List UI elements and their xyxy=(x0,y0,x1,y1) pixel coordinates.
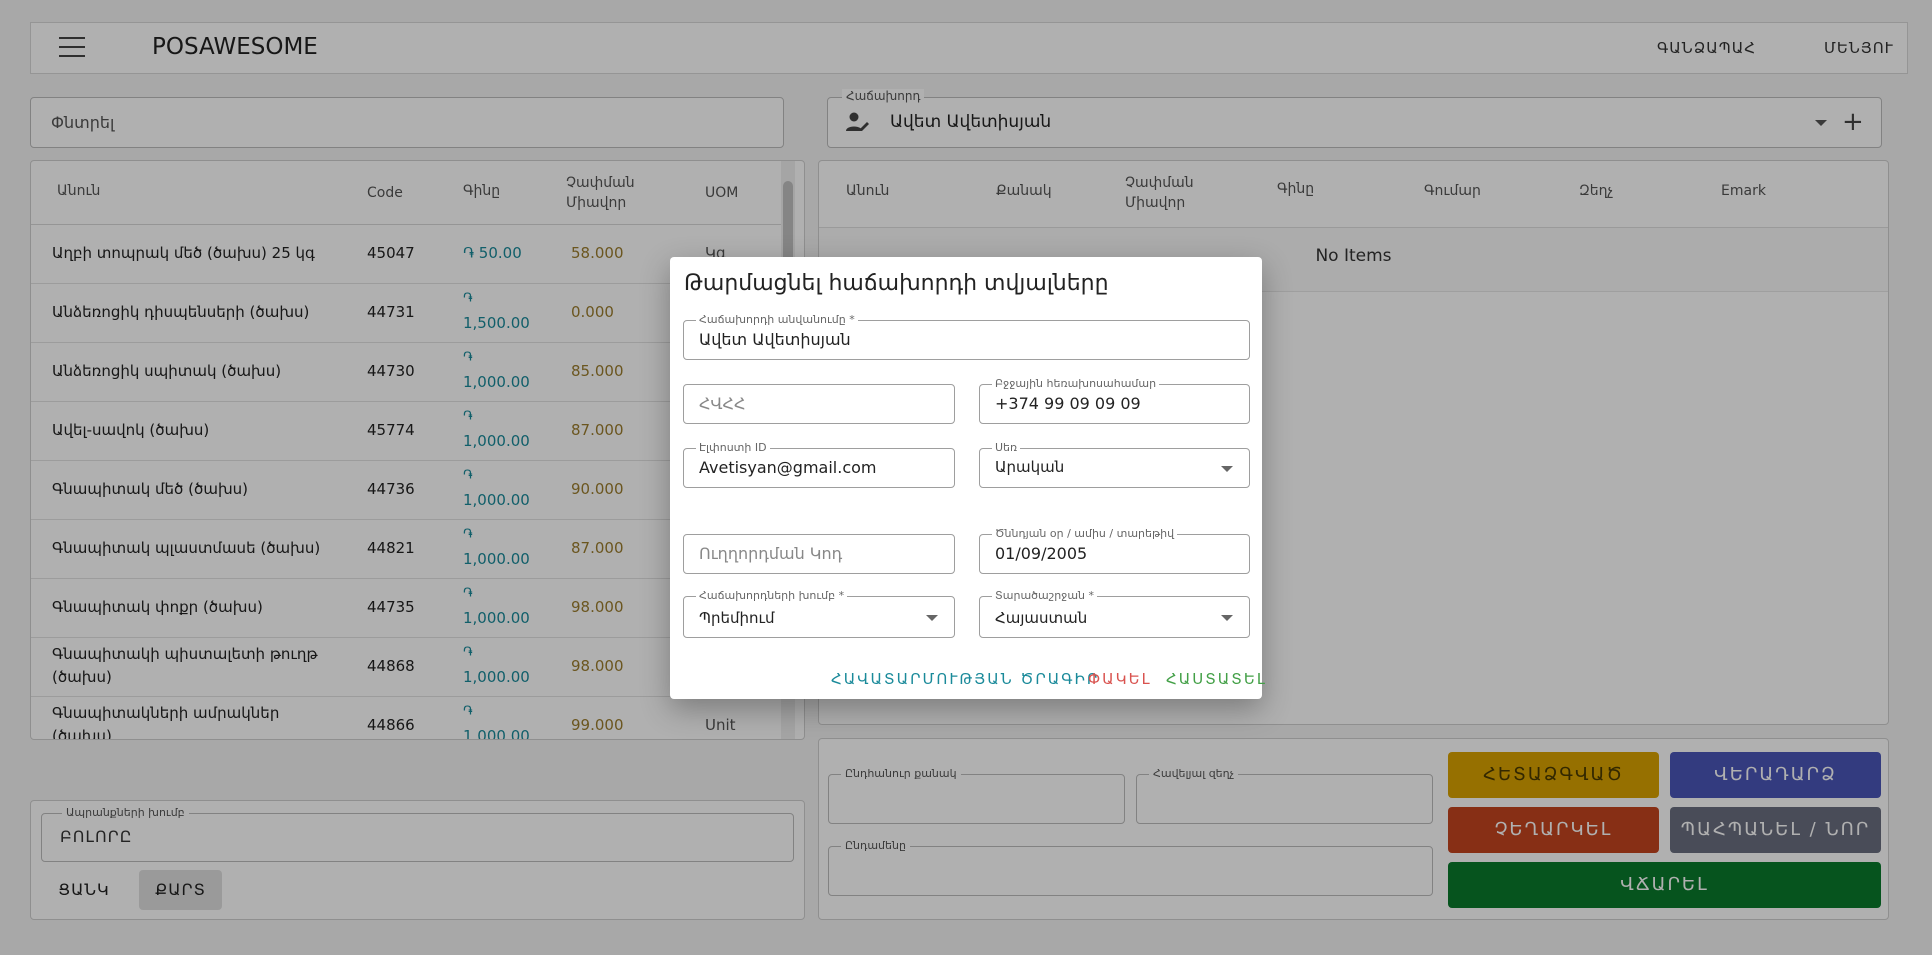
birthday-value: 01/09/2005 xyxy=(995,544,1088,563)
birthday-field[interactable]: Ծննդյան օր / ամիս / տարեթիվ 01/09/2005 xyxy=(979,527,1250,574)
mobile-label: Բջջային հեռախոսահամար xyxy=(992,377,1160,390)
email-label: Էլփոստի ID xyxy=(696,441,770,454)
email-value: Avetisyan@gmail.com xyxy=(699,458,877,477)
birthday-label: Ծննդյան օր / ամիս / տարեթիվ xyxy=(992,527,1178,540)
customer-group-label: Հաճախորդների խումբ * xyxy=(696,589,848,602)
territory-label: Տարածաշրջան * xyxy=(992,589,1098,602)
customer-name-field[interactable]: Հաճախորդի անվանումը * Ավետ Ավետիսյան xyxy=(683,313,1250,360)
referral-code-placeholder: Ուղղորդման Կոդ xyxy=(699,544,843,563)
tax-id-field[interactable]: ՀՎՀՀ xyxy=(683,384,955,424)
territory-select[interactable]: Տարածաշրջան * Հայաստան xyxy=(979,589,1250,638)
referral-code-field[interactable]: Ուղղորդման Կոդ xyxy=(683,534,955,574)
customer-name-value: Ավետ Ավետիսյան xyxy=(699,330,851,349)
close-dialog-button[interactable]: ՓԱԿԵԼ xyxy=(1088,670,1152,688)
mobile-field[interactable]: Բջջային հեռախոսահամար +374 99 09 09 09 xyxy=(979,377,1250,424)
chevron-down-icon xyxy=(1221,615,1233,621)
chevron-down-icon xyxy=(1221,466,1233,472)
customer-name-label: Հաճախորդի անվանումը * xyxy=(696,313,858,326)
chevron-down-icon xyxy=(926,615,938,621)
territory-value: Հայաստան xyxy=(995,609,1088,627)
gender-label: Սեռ xyxy=(992,441,1021,454)
gender-value: Արական xyxy=(995,458,1065,476)
gender-select[interactable]: Սեռ Արական xyxy=(979,441,1250,488)
dialog-title: Թարմացնել հաճախորդի տվյալները xyxy=(684,271,1109,296)
update-customer-dialog: Թարմացնել հաճախորդի տվյալները Հաճախորդի … xyxy=(670,257,1265,699)
customer-group-select[interactable]: Հաճախորդների խումբ * Պրեմիում xyxy=(683,589,955,638)
submit-dialog-button[interactable]: ՀԱՍՏԱՏԵԼ xyxy=(1166,670,1267,688)
mobile-value: +374 99 09 09 09 xyxy=(995,394,1141,413)
loyalty-program-button[interactable]: ՀԱՎԱՏԱՐՄՈՒԹՅԱՆ ԾՐԱԳԻՐ xyxy=(831,670,1099,688)
tax-id-placeholder: ՀՎՀՀ xyxy=(699,394,746,413)
customer-group-value: Պրեմիում xyxy=(699,609,775,627)
email-field[interactable]: Էլփոստի ID Avetisyan@gmail.com xyxy=(683,441,955,488)
